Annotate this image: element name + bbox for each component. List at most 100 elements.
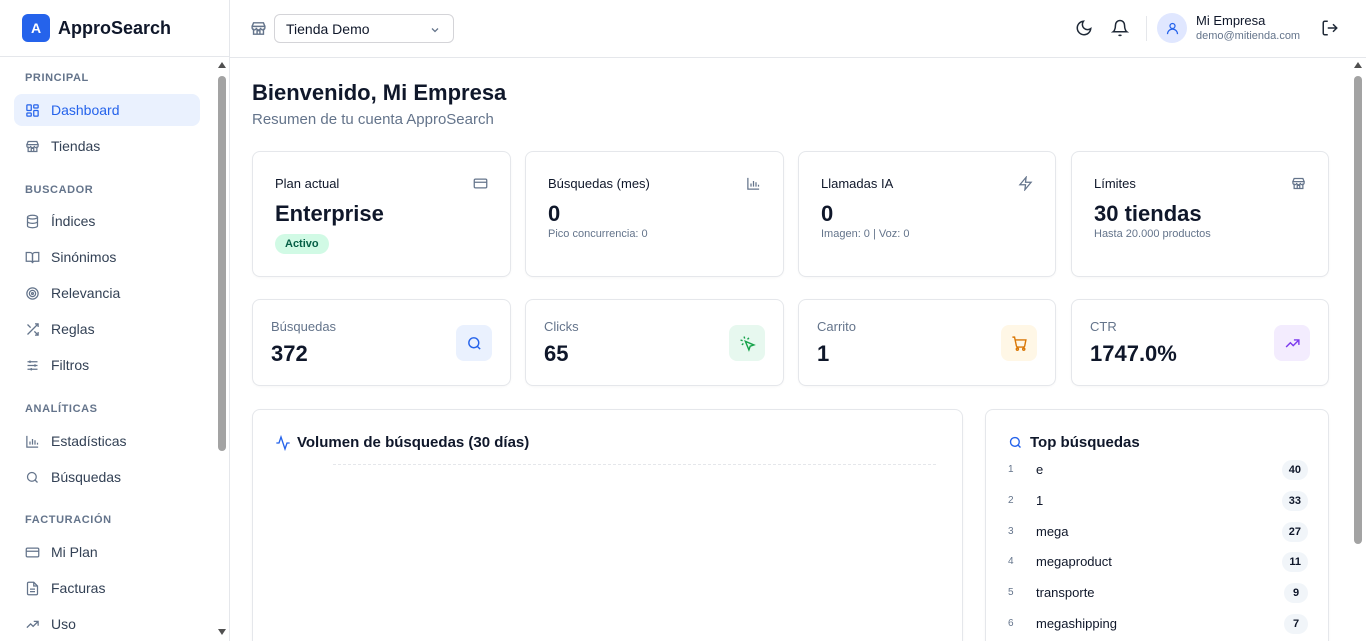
metric-label: CTR [1090,319,1117,334]
section-title: FACTURACIÓN [25,514,112,526]
notifications-button[interactable] [1110,19,1130,37]
rank: 3 [1008,526,1014,537]
limits-card: Límites 30 tiendas Hasta 20.000 producto… [1071,151,1329,277]
scroll-down-arrow[interactable] [218,629,226,635]
sidebar-item-label: Reglas [51,321,95,337]
metric-card-cart: Carrito 1 [798,299,1056,386]
search-term: 1 [1036,493,1044,508]
scroll-up-arrow[interactable] [218,62,226,68]
section-facturacion: FACTURACIÓN [0,512,112,528]
count-badge: 27 [1281,522,1308,542]
activity-icon [275,434,291,452]
brand-name: ApproSearch [58,17,172,38]
metric-label: Carrito [817,319,857,334]
search-term: megaproduct [1036,554,1112,569]
sidebar-item-facturas[interactable]: Facturas [14,572,200,604]
list-item[interactable]: 2 1 33 [1008,491,1308,513]
brand[interactable]: A ApproSearch [0,0,229,57]
metric-value: 65 [544,341,569,366]
card-value: 30 tiendas [1094,201,1202,226]
sidebar-item-label: Sinónimos [51,249,117,265]
list-item[interactable]: 1 e 40 [1008,460,1308,482]
sidebar-item-indices[interactable]: Índices [14,205,200,237]
section-principal: PRINCIPAL [0,70,89,86]
sidebar-item-label: Tiendas [51,138,101,154]
user-email: demo@mitienda.com [1196,30,1301,42]
book-icon [24,249,40,265]
rank: 4 [1008,556,1014,567]
list-item[interactable]: 3 mega 27 [1008,522,1308,544]
ai-calls-card: Llamadas IA 0 Imagen: 0 | Voz: 0 [798,151,1056,277]
metric-label: Clicks [544,319,579,334]
sidebar-item-label: Filtros [51,357,90,373]
card-detail: Pico concurrencia: 0 [548,228,648,240]
scroll-thumb[interactable] [1354,76,1362,544]
sidebar-item-estadisticas[interactable]: Estadísticas [14,425,200,457]
zap-icon [1018,175,1033,192]
sidebar-item-relevancia[interactable]: Relevancia [14,277,200,309]
sidebar-item-label: Búsquedas [51,469,122,485]
card-label: Plan actual [275,176,340,191]
store-select[interactable]: Tienda Demo [274,14,454,43]
sidebar-item-mi-plan[interactable]: Mi Plan [14,536,200,568]
logout-button[interactable] [1321,19,1339,37]
sidebar-item-tiendas[interactable]: Tiendas [14,130,200,162]
panel-title: Volumen de búsquedas (30 días) [297,434,530,451]
sidebar: A ApproSearch PRINCIPAL Dashboard Tienda… [0,0,230,641]
sidebar-item-dashboard[interactable]: Dashboard [14,94,200,126]
search-term: e [1036,462,1044,477]
main-scrollbar[interactable] [1351,58,1366,641]
cart-icon [1001,325,1037,361]
sidebar-item-uso[interactable]: Uso [14,608,200,640]
scroll-up-arrow[interactable] [1354,62,1362,68]
brand-logo: A [22,14,50,42]
section-analiticas: ANALÍTICAS [0,401,98,417]
metric-card-ctr: CTR 1747.0% [1071,299,1329,386]
searches-month-card: Búsquedas (mes) 0 Pico concurrencia: 0 [525,151,784,277]
search-term: mega [1036,524,1069,539]
search-icon [456,325,492,361]
card-value: Enterprise [275,201,384,226]
sidebar-item-label: Facturas [51,580,106,596]
sidebar-item-label: Uso [51,616,76,632]
trending-up-icon [24,616,40,632]
count-badge: 7 [1284,614,1308,634]
search-term: megashipping [1036,616,1117,631]
file-icon [24,580,40,596]
sidebar-item-label: Dashboard [51,102,120,118]
count-badge: 33 [1281,491,1308,511]
sidebar-item-label: Índices [51,213,96,229]
plan-card: Plan actual Enterprise Activo [252,151,511,277]
list-item[interactable]: 5 transporte 9 [1008,583,1308,605]
credit-card-icon [24,544,40,560]
sidebar-item-busquedas[interactable]: Búsquedas [14,461,200,493]
sidebar-scrollbar[interactable] [215,58,230,641]
target-icon [24,285,40,301]
metric-value: 1 [817,341,830,366]
sidebar-item-filtros[interactable]: Filtros [14,349,200,381]
scroll-thumb[interactable] [218,76,226,451]
sidebar-item-reglas[interactable]: Reglas [14,313,200,345]
sidebar-item-sinonimos[interactable]: Sinónimos [14,241,200,273]
section-title: ANALÍTICAS [25,403,98,415]
count-badge: 9 [1284,583,1308,603]
card-label: Búsquedas (mes) [548,176,650,191]
store-select-value: Tienda Demo [286,20,370,37]
store-icon [1291,176,1306,191]
section-title: PRINCIPAL [25,72,89,84]
list-item[interactable]: 6 megashipping 7 [1008,614,1308,636]
count-badge: 40 [1281,460,1308,480]
panel-title: Top búsquedas [1030,434,1140,451]
bar-chart-icon [746,176,761,191]
logout-icon [1322,20,1338,36]
store-icon [250,20,267,37]
chevron-down-icon [429,23,441,35]
database-icon [24,213,40,229]
page-subtitle: Resumen de tu cuenta ApproSearch [252,111,494,128]
avatar[interactable] [1157,13,1187,43]
sidebar-nav: PRINCIPAL Dashboard Tiendas BUSCADOR Índ… [0,58,214,641]
list-item[interactable]: 4 megaproduct 11 [1008,552,1308,574]
card-detail: Hasta 20.000 productos [1094,228,1211,240]
search-term: transporte [1036,585,1095,600]
dark-mode-toggle[interactable] [1075,19,1093,37]
